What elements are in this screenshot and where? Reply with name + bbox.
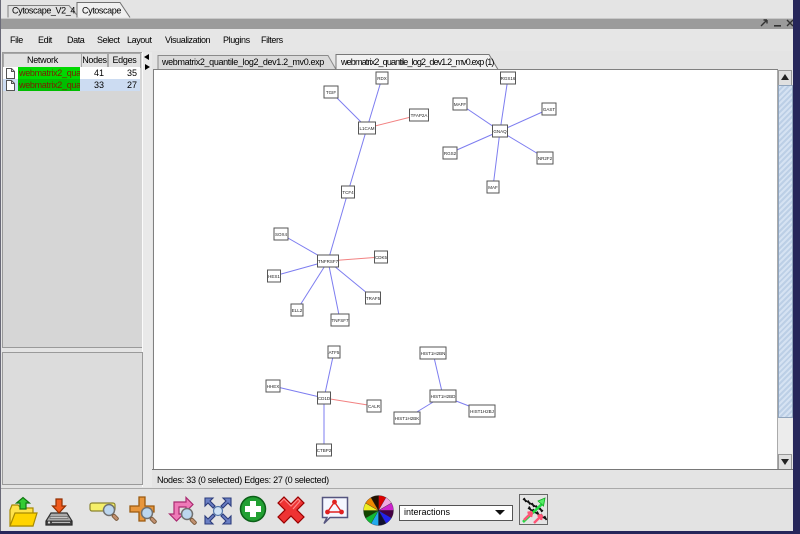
svg-text:NR2F2: NR2F2 [538,156,553,161]
svg-text:RDX: RDX [377,76,387,81]
svg-text:Cytoscape: Cytoscape [82,6,121,16]
svg-text:TCF4: TCF4 [342,190,354,195]
svg-text:CALR: CALR [368,404,381,409]
svg-text:GAST: GAST [543,107,556,112]
svg-text:TFAP2A: TFAP2A [411,113,428,118]
svg-text:TNFSF7: TNFSF7 [331,318,348,323]
svg-text:TRAF5: TRAF5 [366,296,381,301]
svg-text:L1CAM: L1CAM [359,126,374,131]
svg-text:webmatrix2_quantile_log2_dev1.: webmatrix2_quantile_log2_dev1.2_mv0.exp … [340,57,494,67]
svg-text:GNAQ: GNAQ [493,129,507,134]
svg-text:TNFRSF7: TNFRSF7 [318,259,339,264]
svg-text:HES1: HES1 [268,274,280,279]
svg-text:HHEX: HHEX [267,384,280,389]
svg-text:CDK5: CDK5 [375,255,388,260]
svg-text:RGS2: RGS2 [444,151,457,156]
svg-text:MAFF: MAFF [454,102,466,107]
svg-text:TGIF: TGIF [326,90,336,95]
svg-text:ELL2: ELL2 [292,308,303,313]
svg-text:ATF5: ATF5 [329,350,340,355]
svg-text:CTBP2: CTBP2 [317,448,332,453]
svg-text:MAF: MAF [488,185,498,190]
svg-text:CD1D: CD1D [318,396,331,401]
svg-text:RGS16: RGS16 [501,76,516,81]
svg-text:HIST1H2BN: HIST1H2BN [421,351,446,356]
svg-text:HIST1H2BJ: HIST1H2BJ [470,409,494,414]
svg-text:webmatrix2_quantile_log2_dev1.: webmatrix2_quantile_log2_dev1.2_mv0.exp [161,57,324,67]
svg-text:Cytoscape_V2_4: Cytoscape_V2_4 [12,6,75,16]
svg-text:HIST1H2BK: HIST1H2BK [395,416,420,421]
svg-text:HIST1H2BD: HIST1H2BD [431,394,457,399]
svg-text:SOX4: SOX4 [275,232,288,237]
